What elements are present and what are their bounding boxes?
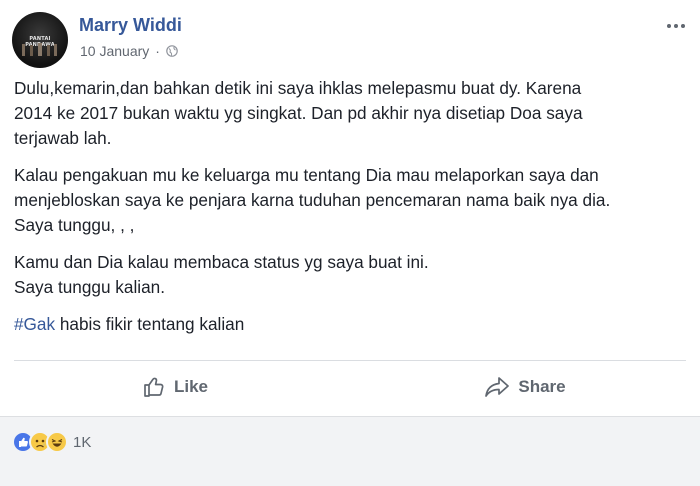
like-label: Like [173,377,209,396]
hashtag-line-text: habis fikir tentang kalian [55,314,245,334]
post-paragraph-3: Kamu dan Dia kalau membaca status yg say… [14,252,429,297]
author-name[interactable]: Marry Widdi [79,15,182,36]
more-dot [674,24,678,28]
post-paragraph-2: Kalau pengakuan mu ke keluarga mu tentan… [14,165,611,235]
more-options-icon[interactable] [664,18,688,34]
haha-reaction-icon [46,431,68,453]
globe-icon[interactable] [166,45,178,57]
divider [14,360,686,361]
post-paragraph-1: Dulu,kemarin,dan bahkan detik ini saya i… [14,78,583,148]
avatar-figures [22,43,57,56]
meta-separator: · [155,43,160,59]
reaction-count[interactable]: 1K [73,434,91,451]
action-bar: Like Share [0,362,700,412]
post-date[interactable]: 10 January [80,43,149,59]
share-label: Share [518,377,566,396]
avatar[interactable]: PANTAI PANDAWA [12,12,68,68]
more-dot [667,24,671,28]
thumbs-up-icon [144,377,164,397]
reactions-footer: 1K [0,416,700,486]
like-button[interactable]: Like [0,362,350,412]
post-meta: 10 January · [80,43,178,59]
more-dot [681,24,685,28]
reactions-summary[interactable]: 1K [12,431,91,453]
share-arrow-icon [485,377,510,397]
share-button[interactable]: Share [350,362,700,412]
post-hashtag-line: #Gak habis fikir tentang kalian [14,312,684,337]
hashtag-link[interactable]: #Gak [14,314,55,334]
post-content: Dulu,kemarin,dan bahkan detik ini saya i… [14,76,684,349]
post-header: PANTAI PANDAWA Marry Widdi 10 January · [12,12,688,68]
